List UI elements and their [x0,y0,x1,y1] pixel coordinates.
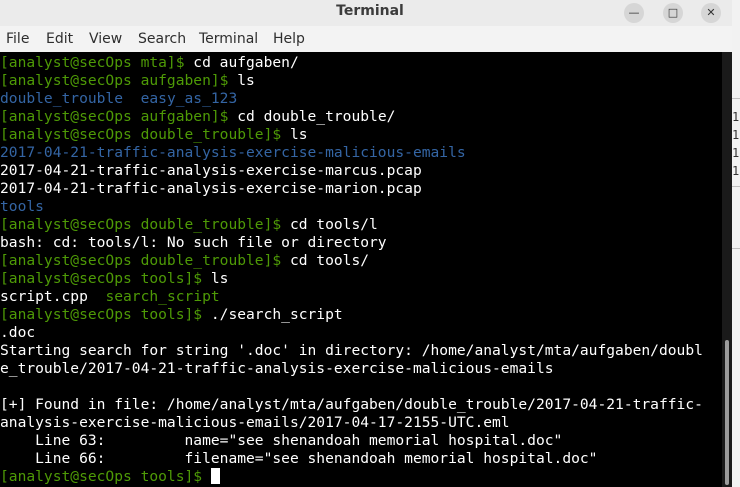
shell-prompt: [analyst@secOps mta]$ [0,54,194,71]
close-icon[interactable]: ✕ [701,3,721,23]
menu-help[interactable]: Help [273,31,305,47]
terminal-text: Line 66: filename="see shenandoah memori… [0,450,598,467]
terminal-line: double_trouble easy_as_123 [0,90,237,108]
terminal-text: [+] Found in file: /home/analyst/mta/auf… [0,396,703,413]
terminal-line: 2017-04-21-traffic-analysis-exercise-mal… [0,144,466,162]
terminal-output[interactable]: [analyst@secOps mta]$ cd aufgaben/[analy… [0,52,722,487]
shell-prompt: [analyst@secOps tools]$ [0,468,211,485]
terminal-text: 2017-04-21-traffic-analysis-exercise-mar… [0,180,422,197]
terminal-text: 2017-04-21-traffic-analysis-exercise-mar… [0,162,422,179]
shell-prompt: [analyst@secOps double_trouble]$ [0,216,290,233]
title-bar: Terminal — □ ✕ [0,0,740,26]
terminal-line: [analyst@secOps double_trouble]$ ls [0,126,308,144]
terminal-text: bash: cd: tools/l: No such file or direc… [0,234,387,251]
terminal-line: analysis-exercise-malicious-emails/2017-… [0,414,510,432]
background-glyph: 1 [732,164,740,178]
terminal-line: .doc [0,324,35,342]
background-glyph: 1 [732,146,740,160]
menu-bar: File Edit View Search Terminal Help [0,26,740,53]
terminal-text: ls [289,126,308,143]
background-divider [732,248,740,249]
terminal-text: analysis-exercise-malicious-emails/2017-… [0,414,510,431]
terminal-text: search_script [105,288,220,305]
terminal-line: Line 66: filename="see shenandoah memori… [0,450,597,468]
menu-view[interactable]: View [89,31,122,47]
terminal-text: ./search_script [210,306,343,323]
terminal-text: cd tools/ [289,252,370,269]
terminal-line: Line 63: name="see shenandoah memorial h… [0,432,562,450]
shell-prompt: [analyst@secOps tools]$ [0,306,211,323]
terminal-cursor [210,468,220,484]
terminal-text: cd double_trouble/ [237,108,396,125]
background-glyph: 1 [732,128,740,142]
menu-edit[interactable]: Edit [46,31,73,47]
terminal-line: e_trouble/2017-04-21-traffic-analysis-ex… [0,360,554,378]
terminal-text: Starting search for string '.doc' in dir… [0,342,703,359]
terminal-line: [analyst@secOps aufgaben]$ ls [0,72,255,90]
terminal-text: tools [0,198,44,215]
terminal-text: e_trouble/2017-04-21-traffic-analysis-ex… [0,360,554,377]
terminal-text: Line 63: name="see shenandoah memorial h… [0,432,563,449]
terminal-line: 2017-04-21-traffic-analysis-exercise-mar… [0,162,422,180]
menu-file[interactable]: File [6,31,29,47]
background-divider [732,98,740,99]
terminal-line: [analyst@secOps tools]$ ./search_script [0,306,343,324]
terminal-text: cd tools/l [289,216,378,233]
background-divider [732,186,740,187]
terminal-line: [analyst@secOps mta]$ cd aufgaben/ [0,54,299,72]
terminal-line: tools [0,198,44,216]
minimize-icon[interactable]: — [624,3,644,23]
menu-search[interactable]: Search [138,31,186,47]
terminal-scrollbar[interactable] [722,52,732,487]
shell-prompt: [analyst@secOps tools]$ [0,270,211,287]
terminal-line: 2017-04-21-traffic-analysis-exercise-mar… [0,180,422,198]
terminal-line: [+] Found in file: /home/analyst/mta/auf… [0,396,703,414]
terminal-text: ls [210,270,229,287]
shell-prompt: [analyst@secOps aufgaben]$ [0,72,238,89]
menu-terminal[interactable]: Terminal [199,31,258,47]
terminal-line: Starting search for string '.doc' in dir… [0,342,703,360]
shell-prompt: [analyst@secOps double_trouble]$ [0,252,290,269]
terminal-text: cd aufgaben/ [193,54,299,71]
terminal-line: script.cpp search_script [0,288,220,306]
maximize-icon[interactable]: □ [663,3,683,23]
terminal-line: [analyst@secOps tools]$ ls [0,270,228,288]
shell-prompt: [analyst@secOps double_trouble]$ [0,126,290,143]
terminal-text: double_trouble [0,90,124,107]
terminal-line: [analyst@secOps double_trouble]$ cd tool… [0,252,369,270]
terminal-line: [analyst@secOps double_trouble]$ cd tool… [0,216,378,234]
terminal-line: [analyst@secOps tools]$ [0,468,220,486]
terminal-line: bash: cd: tools/l: No such file or direc… [0,234,387,252]
shell-prompt: [analyst@secOps aufgaben]$ [0,108,238,125]
terminal-text: script.cpp [0,288,88,305]
scrollbar-thumb[interactable] [725,340,729,485]
terminal-line: [analyst@secOps aufgaben]$ cd double_tro… [0,108,395,126]
background-glyph: 1 [732,110,740,124]
terminal-text: .doc [0,324,36,341]
background-window: 1 1 1 1 [732,0,740,487]
terminal-text: 2017-04-21-traffic-analysis-exercise-mal… [0,144,466,161]
terminal-text: easy_as_123 [140,90,238,107]
terminal-text: ls [237,72,255,89]
